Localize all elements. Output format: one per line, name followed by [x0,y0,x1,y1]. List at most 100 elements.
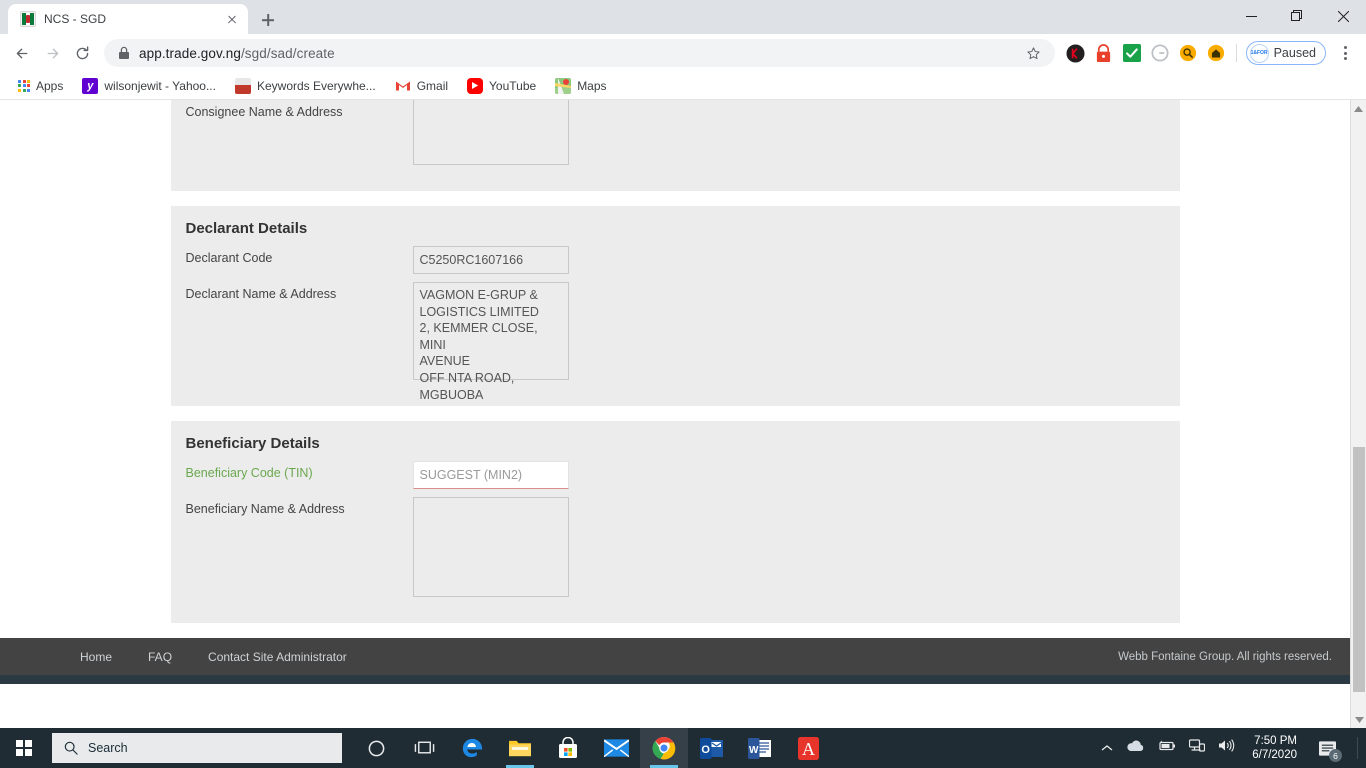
footer-bottom-strip [0,675,1350,684]
keywords-everywhere-icon [234,77,251,94]
new-tab-button[interactable] [254,6,282,34]
show-hidden-icons-chevron[interactable] [1101,739,1113,757]
gmail-icon [395,78,411,94]
close-icon[interactable] [224,11,240,27]
page-viewport: Consignee Name & Address Declarant Detai… [0,100,1366,728]
field-label: Beneficiary Code (TIN) [185,466,313,480]
declarant-name-address-textarea[interactable]: VAGMON E-GRUP & LOGISTICS LIMITED 2, KEM… [412,282,569,402]
onedrive-icon[interactable] [1126,739,1144,757]
browser-toolbar: app.trade.gov.ng/sgd/sad/create 1&FOR Pa… [0,34,1366,72]
consignee-name-address-textarea[interactable] [412,100,569,165]
url-text: app.trade.gov.ng/sgd/sad/create [139,45,335,61]
minimize-button[interactable] [1228,0,1274,32]
footer-copyright: Webb Fontaine Group. All rights reserved… [1118,650,1332,663]
search-extension-icon[interactable] [1175,40,1201,66]
network-icon[interactable] [1189,739,1206,757]
kaspersky-extension-icon[interactable] [1063,40,1089,66]
page-scrollbar[interactable] [1350,100,1366,728]
tray-divider [1357,737,1358,759]
window-controls [1228,0,1366,32]
microsoft-outlook-icon[interactable]: O [688,728,736,768]
field-label: Declarant Code [185,251,273,265]
google-chrome-icon[interactable] [640,728,688,768]
bookmark-keywords-everywhere[interactable]: Keywords Everywhe... [227,75,384,97]
toolbar-divider [1235,44,1237,62]
bookmark-label: Maps [577,78,607,93]
lock-icon [119,46,129,59]
cortana-icon[interactable] [352,728,400,768]
beneficiary-name-address-textarea[interactable] [412,497,569,597]
search-icon [64,741,78,755]
field-label: Beneficiary Name & Address [185,502,345,516]
microsoft-edge-icon[interactable] [448,728,496,768]
system-tray: 7:50 PM 6/7/2020 6 [1101,728,1366,768]
task-view-icon[interactable] [400,728,448,768]
adobe-acrobat-icon[interactable]: A [784,728,832,768]
microsoft-store-icon[interactable] [544,728,592,768]
scrollbar-thumb[interactable] [1353,447,1365,692]
field-control [412,100,569,165]
windows-start-icon[interactable] [0,728,48,768]
panel-gap [0,191,1350,206]
bookmark-maps[interactable]: Maps [547,75,614,97]
taskbar-search-input[interactable]: Search [52,733,342,763]
scroll-up-arrow-icon[interactable] [1351,100,1366,117]
action-center-icon[interactable]: 6 [1310,728,1344,768]
bookmark-gmail[interactable]: Gmail [387,75,456,97]
bookmarks-bar: Apps y wilsonjewit - Yahoo... Keywords E… [0,72,1366,100]
lastpass-extension-icon[interactable] [1091,40,1117,66]
search-placeholder: Search [88,741,128,755]
tab-strip: NCS - SGD [0,0,1366,34]
svg-text:A: A [802,739,815,759]
grammarly-extension-icon[interactable] [1147,40,1173,66]
address-bar[interactable]: app.trade.gov.ng/sgd/sad/create [104,39,1055,67]
mail-icon[interactable] [592,728,640,768]
clock-time: 7:50 PM [1254,735,1297,747]
forward-arrow-icon[interactable] [38,39,66,67]
maximize-button[interactable] [1274,0,1320,32]
form-row-beneficiary-code: Beneficiary Code (TIN) SUGGEST (MIN2) [186,461,1180,489]
taskbar-clock[interactable]: 7:50 PM 6/7/2020 [1252,734,1297,762]
footer-link-contact-site-administrator[interactable]: Contact Site Administrator [208,650,347,664]
footer-link-faq[interactable]: FAQ [148,650,172,664]
beneficiary-details-panel: Beneficiary Details Beneficiary Code (TI… [170,421,1180,623]
footer-link-home[interactable]: Home [80,650,112,664]
file-explorer-icon[interactable] [496,728,544,768]
form-row-consignee-name-address: Consignee Name & Address [186,100,1180,165]
beneficiary-code-input[interactable]: SUGGEST (MIN2) [412,461,569,489]
declarant-details-title: Declarant Details [185,220,308,237]
bookmark-star-icon[interactable] [1023,42,1045,64]
page-content: Consignee Name & Address Declarant Detai… [0,100,1350,684]
field-control [412,497,569,597]
close-button[interactable] [1320,0,1366,32]
form-row-beneficiary-name-address: Beneficiary Name & Address [186,497,1180,597]
profile-paused-button[interactable]: 1&FOR Paused [1245,41,1326,65]
field-control: C5250RC1607166 [412,246,569,274]
apps-grid-icon [18,79,30,92]
battery-charging-icon[interactable] [1157,739,1176,757]
declarant-code-input[interactable]: C5250RC1607166 [412,246,569,274]
scroll-down-arrow-icon[interactable] [1351,711,1366,728]
back-arrow-icon[interactable] [8,39,36,67]
youtube-icon [467,77,484,94]
bookmark-youtube[interactable]: YouTube [459,75,544,97]
bookmark-yahoo[interactable]: y wilsonjewit - Yahoo... [74,75,224,97]
field-control: VAGMON E-GRUP & LOGISTICS LIMITED 2, KEM… [412,282,569,402]
home-extension-icon[interactable] [1203,40,1229,66]
bookmark-label: Apps [36,78,64,93]
volume-icon[interactable] [1218,739,1235,757]
microsoft-word-icon[interactable]: W [736,728,784,768]
field-label: Declarant Name & Address [185,287,337,301]
notification-count-badge: 6 [1329,749,1342,762]
beneficiary-details-title: Beneficiary Details [185,435,320,452]
reload-icon[interactable] [68,39,96,67]
consignee-details-panel: Consignee Name & Address [170,100,1180,191]
three-dot-menu-icon[interactable] [1332,40,1358,66]
google-maps-icon [555,77,572,94]
declarant-details-panel: Declarant Details Declarant Code C5250RC… [170,206,1180,406]
yahoo-icon: y [82,77,99,94]
bookmark-apps[interactable]: Apps [10,76,71,96]
bookmark-label: wilsonjewit - Yahoo... [104,78,216,93]
browser-tab[interactable]: NCS - SGD [8,4,248,34]
checkmark-extension-icon[interactable] [1119,40,1145,66]
